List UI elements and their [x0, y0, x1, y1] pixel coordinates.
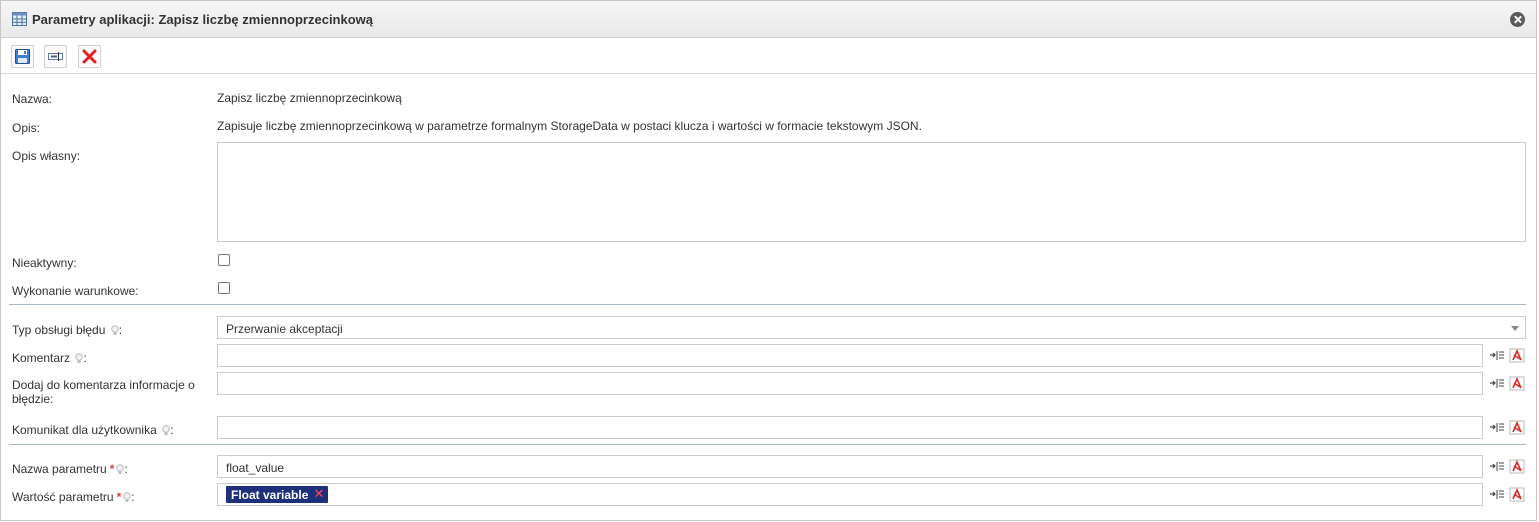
- clear-field-icon[interactable]: [1509, 420, 1526, 435]
- comment-label-text: Komentarz: [12, 351, 71, 365]
- section-separator: [9, 444, 1526, 445]
- insert-variable-icon[interactable]: [1489, 376, 1506, 391]
- error-type-label: Typ obsługi błędu :: [12, 323, 122, 337]
- save-button[interactable]: [11, 45, 34, 68]
- add-error-info-label-line1: Dodaj do komentarza informacje o: [12, 378, 195, 392]
- error-type-label-text: Typ obsługi błędu: [12, 323, 106, 337]
- required-marker: *: [116, 490, 122, 504]
- parameter-value-label-text: Wartość parametru: [12, 490, 114, 504]
- error-type-selected-value: Przerwanie akceptacji: [226, 322, 343, 336]
- insert-variable-icon[interactable]: [1489, 348, 1506, 363]
- variable-tag[interactable]: Float variable ✕: [226, 486, 329, 503]
- parameter-name-input[interactable]: float_value: [217, 455, 1483, 478]
- insert-variable-icon[interactable]: [1489, 487, 1506, 502]
- user-message-input[interactable]: [217, 416, 1483, 439]
- add-error-info-label-line2: błędzie:: [12, 392, 54, 406]
- comment-label: Komentarz :: [12, 351, 87, 365]
- conditional-execution-checkbox[interactable]: [218, 282, 230, 294]
- close-icon[interactable]: [1510, 12, 1525, 27]
- insert-variable-icon[interactable]: [1489, 459, 1506, 474]
- delete-icon: [82, 49, 97, 64]
- dialog-window: Parametry aplikacji: Zapisz liczbę zmien…: [0, 0, 1537, 521]
- table-icon: [12, 12, 27, 26]
- variable-tag-label: Float variable: [231, 488, 309, 502]
- colon: :: [131, 490, 135, 504]
- insert-variable-icon[interactable]: [1489, 420, 1506, 435]
- required-marker: *: [109, 462, 115, 476]
- inactive-checkbox[interactable]: [218, 254, 230, 266]
- dialog-title: Parametry aplikacji: Zapisz liczbę zmien…: [32, 12, 374, 27]
- clear-field-icon[interactable]: [1509, 487, 1526, 502]
- add-error-info-label: Dodaj do komentarza informacje o błędzie…: [12, 378, 212, 406]
- hint-bulb-icon[interactable]: [162, 425, 170, 436]
- title-bar: Parametry aplikacji: Zapisz liczbę zmien…: [1, 1, 1536, 38]
- clear-field-icon[interactable]: [1509, 459, 1526, 474]
- remove-tag-icon[interactable]: ✕: [313, 486, 324, 502]
- user-message-label: Komunikat dla użytkownika :: [12, 423, 173, 437]
- own-description-label: Opis własny:: [12, 149, 81, 163]
- colon: :: [124, 462, 128, 476]
- toolbar: [1, 39, 1536, 74]
- hint-bulb-icon[interactable]: [110, 325, 119, 336]
- save-icon: [15, 49, 30, 64]
- colon: :: [118, 323, 123, 337]
- inactive-label: Nieaktywny:: [12, 256, 77, 270]
- clear-field-icon[interactable]: [1509, 348, 1526, 363]
- delete-button[interactable]: [78, 45, 101, 68]
- error-type-select[interactable]: Przerwanie akceptacji: [217, 316, 1526, 339]
- description-label: Opis:: [12, 121, 41, 135]
- name-label: Nazwa:: [12, 92, 53, 106]
- conditional-execution-label: Wykonanie warunkowe:: [12, 284, 139, 298]
- chevron-down-icon[interactable]: [1511, 326, 1519, 331]
- add-error-info-input[interactable]: [217, 372, 1483, 395]
- label-icon: [48, 52, 63, 61]
- own-description-textarea[interactable]: [217, 142, 1526, 242]
- parameter-name-label: Nazwa parametru * :: [12, 462, 128, 476]
- section-separator: [9, 304, 1526, 305]
- parameter-value-label: Wartość parametru * :: [12, 490, 135, 504]
- user-message-label-text: Komunikat dla użytkownika: [12, 423, 157, 437]
- colon: :: [83, 351, 87, 365]
- comment-input[interactable]: [217, 344, 1483, 367]
- clear-field-icon[interactable]: [1509, 376, 1526, 391]
- rename-button[interactable]: [44, 45, 67, 68]
- description-value: Zapisuje liczbę zmiennoprzecinkową w par…: [217, 119, 922, 133]
- colon: :: [170, 423, 174, 437]
- parameter-value-input[interactable]: Float variable ✕: [217, 483, 1483, 506]
- parameter-name-label-text: Nazwa parametru: [12, 462, 107, 476]
- name-value: Zapisz liczbę zmiennoprzecinkową: [217, 91, 402, 105]
- parameter-name-value: float_value: [226, 461, 285, 475]
